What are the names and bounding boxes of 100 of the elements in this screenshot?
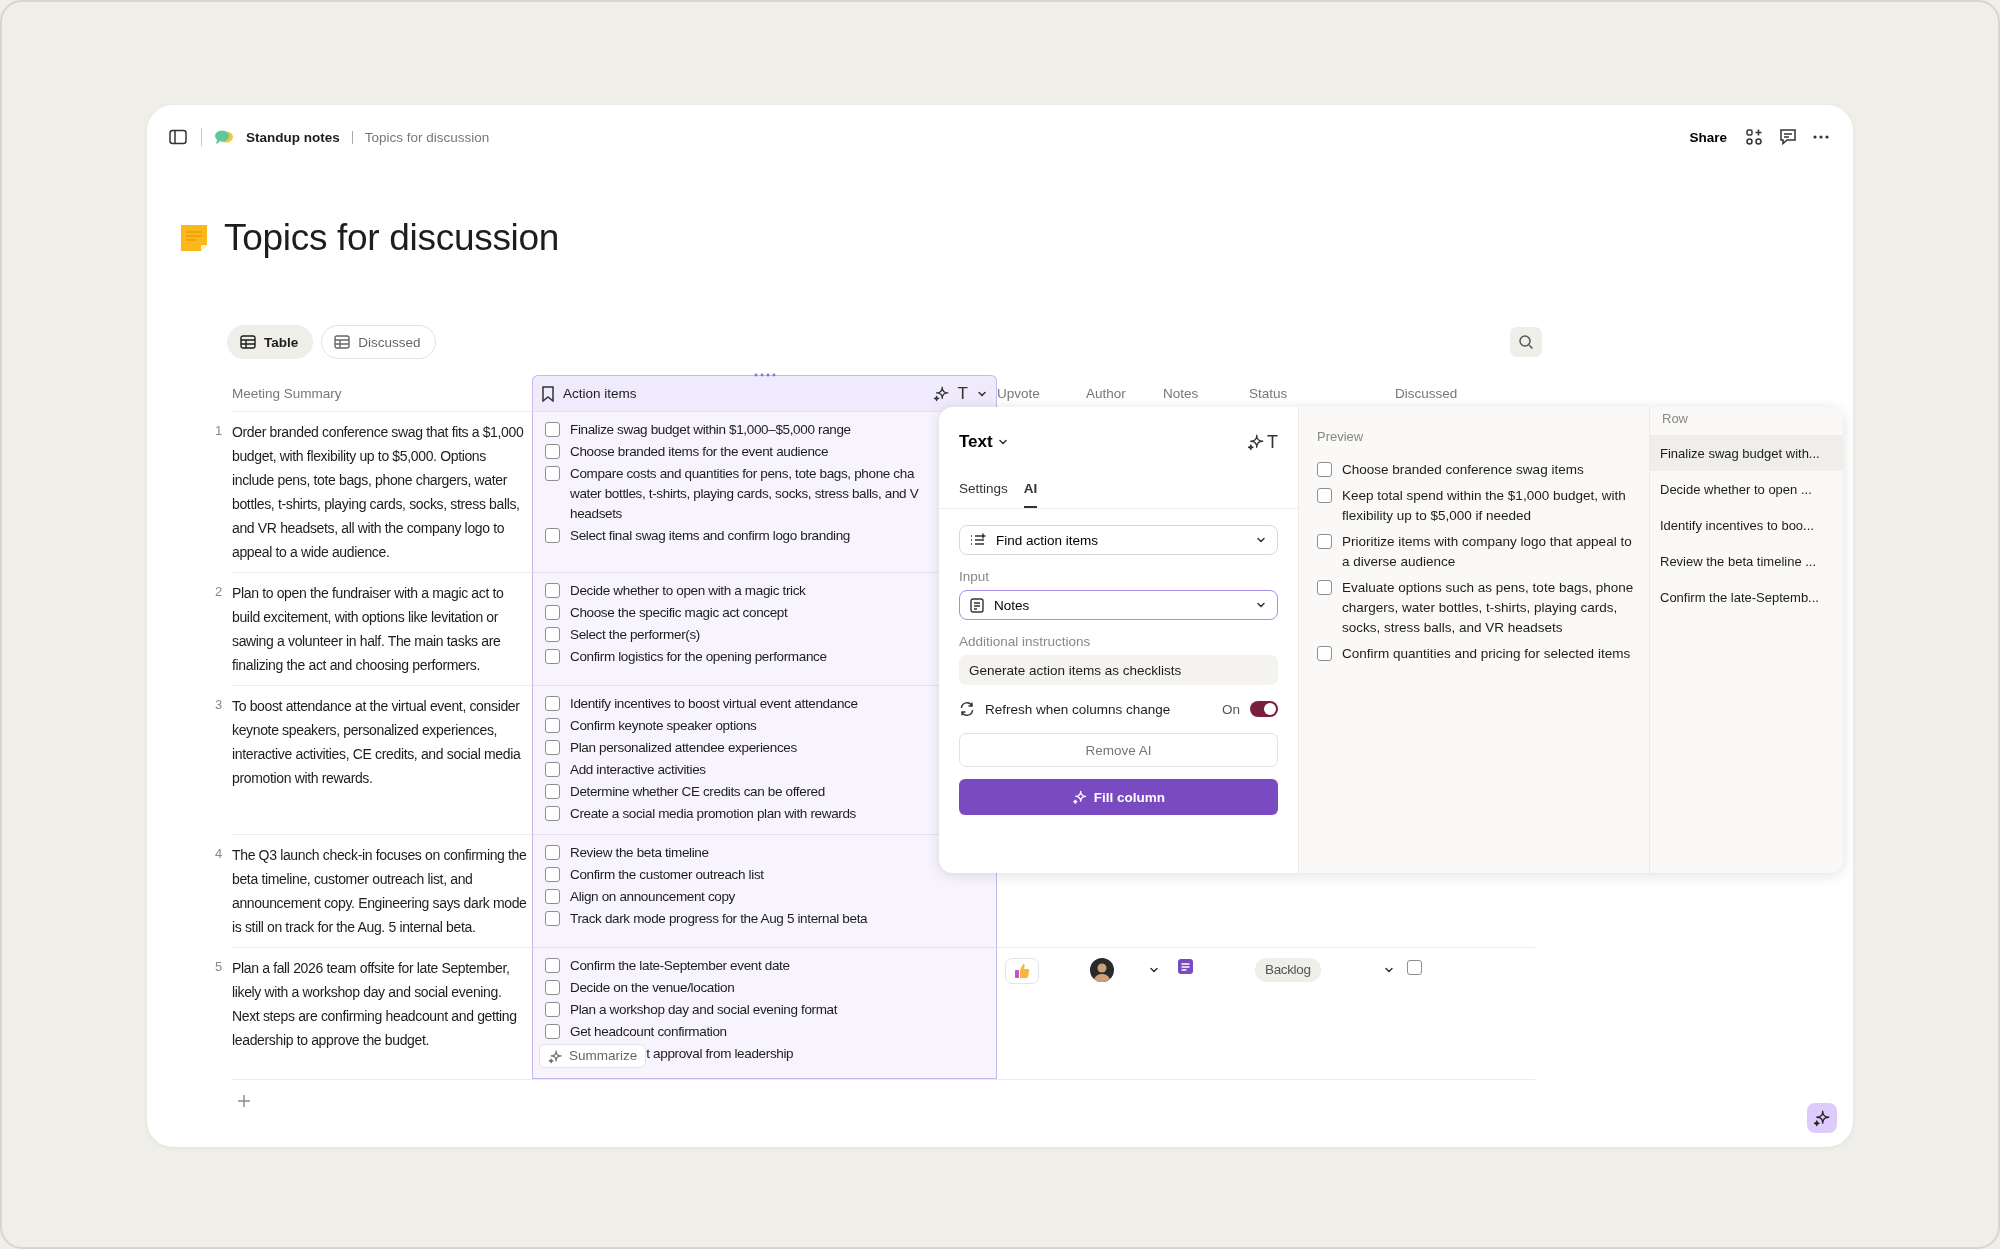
field-label: Input — [959, 569, 991, 584]
checkbox[interactable] — [545, 980, 560, 995]
remove-ai-button[interactable]: Remove AI — [959, 733, 1278, 767]
row-list-item[interactable]: Confirm the late-Septemb... — [1650, 579, 1843, 615]
action-item-text: Compare costs and quantities for pens, tote bags, phone cha water bottles, t-shirts, playing cards, socks, stress balls, and V headsets — [570, 465, 920, 523]
drag-handle-icon[interactable] — [753, 373, 776, 377]
action-item-text: Add interactive activities — [570, 761, 706, 779]
row-number: 1 — [214, 422, 224, 440]
column-header[interactable]: Discussed — [1395, 375, 1535, 411]
action-item-text: Decide on the venue/location — [570, 979, 735, 997]
breadcrumb-current[interactable]: Topics for discussion — [364, 129, 490, 145]
note-icon[interactable] — [1177, 958, 1195, 976]
action-item-text: Choose the specific magic act concept — [570, 604, 788, 622]
avatar[interactable] — [1090, 958, 1114, 982]
column-title: Action items — [563, 386, 638, 401]
checkbox[interactable] — [1317, 462, 1332, 477]
checkbox[interactable] — [545, 718, 560, 733]
toggle-switch[interactable] — [1250, 701, 1278, 717]
checkbox[interactable] — [1407, 960, 1422, 975]
checkbox[interactable] — [545, 784, 560, 799]
share-button[interactable]: Share — [1685, 125, 1731, 149]
action-item-text: Confirm keynote speaker options — [570, 717, 757, 735]
sticky-note-icon — [180, 224, 208, 252]
bookmark-icon — [541, 385, 555, 402]
action-item-text: Confirm the late-September event date — [570, 957, 790, 975]
checkbox[interactable] — [545, 740, 560, 755]
checkbox[interactable] — [545, 762, 560, 777]
action-item-text: Determine whether CE credits can be offered — [570, 783, 825, 801]
checkbox[interactable] — [1317, 488, 1332, 503]
checkbox[interactable] — [545, 1002, 560, 1017]
comment-icon[interactable] — [1777, 126, 1799, 148]
row-list-item[interactable]: Review the beta timeline ... — [1650, 543, 1843, 579]
checkbox[interactable] — [545, 583, 560, 598]
checkbox[interactable] — [545, 605, 560, 620]
preview-item-text: Keep total spend within the $1,000 budget, with flexibility up to $5,000 if needed — [1342, 487, 1627, 525]
ai-assistant-button[interactable] — [1807, 1103, 1837, 1133]
checkbox[interactable] — [1317, 580, 1332, 595]
page-title: Topics for discussion — [224, 217, 560, 259]
column-header[interactable]: Meeting Summary — [232, 375, 532, 411]
checkbox[interactable] — [545, 444, 560, 459]
row-list-item[interactable]: Decide whether to open ... — [1650, 471, 1843, 507]
field-label: Additional instructions — [959, 634, 1092, 649]
more-icon[interactable] — [1811, 133, 1831, 141]
view-tab[interactable]: Discussed — [321, 325, 436, 359]
checkbox[interactable] — [545, 696, 560, 711]
checkbox[interactable] — [545, 958, 560, 973]
settings-tab[interactable]: AI — [1023, 473, 1038, 508]
checkbox[interactable] — [545, 911, 560, 926]
action-item-text: Plan a workshop day and social evening format — [570, 1001, 838, 1019]
preview-item-text: Confirm quantities and pricing for selected items — [1342, 645, 1631, 663]
preview-item-text: Choose branded conference swag items — [1342, 461, 1584, 479]
sidebar-toggle-icon[interactable] — [167, 127, 189, 147]
status-tag[interactable]: Backlog — [1255, 958, 1321, 982]
checkbox[interactable] — [545, 867, 560, 882]
text-type-glyph: T — [1267, 431, 1278, 453]
checkbox[interactable] — [545, 1024, 560, 1039]
upvote-button[interactable] — [1005, 958, 1039, 984]
checkbox[interactable] — [545, 649, 560, 664]
settings-tab[interactable]: Settings — [959, 473, 1008, 508]
column-header[interactable]: Notes — [1163, 375, 1249, 411]
column-header[interactable]: Status — [1249, 375, 1395, 411]
checkbox[interactable] — [1317, 646, 1332, 661]
breadcrumb-link[interactable]: Standup notes — [246, 129, 340, 145]
input-dropdown[interactable]: Notes — [959, 590, 1278, 620]
fill-column-button[interactable]: Fill column — [959, 779, 1278, 815]
checkbox[interactable] — [545, 528, 560, 543]
checkbox[interactable] — [545, 627, 560, 642]
action-item-text: Review the beta timeline — [570, 844, 709, 862]
checkbox[interactable] — [545, 466, 560, 481]
row-number: 4 — [214, 845, 224, 863]
table-icon — [240, 335, 256, 349]
column-header[interactable]: Action items T — [532, 375, 997, 411]
row-list-item[interactable]: Finalize swag budget with... — [1650, 435, 1843, 471]
checkbox[interactable] — [545, 845, 560, 860]
thumbs-up-icon — [1014, 963, 1030, 979]
instructions-field[interactable]: Generate action items as checklists — [959, 655, 1278, 685]
panel-label: Preview — [1317, 429, 1365, 444]
column-header[interactable]: Upvote — [997, 375, 1086, 411]
type-dropdown[interactable]: Text — [959, 432, 1009, 452]
action-item-text: Finalize swag budget within $1,000–$5,000 range — [570, 421, 851, 439]
summarize-button[interactable]: Summarize — [539, 1044, 647, 1068]
refresh-icon — [959, 701, 975, 717]
preview-item-text: Evaluate options such as pens, tote bags, phone chargers, water bottles, t-shirts, playing cards, socks, stress balls, and VR headsets — [1342, 579, 1635, 637]
refresh-label: Refresh when columns change — [985, 701, 1172, 717]
action-item-text: Plan personalized attendee experiences — [570, 739, 797, 757]
action-item-text: Align on announcement copy — [570, 888, 736, 906]
view-tab[interactable]: Table — [227, 325, 314, 359]
checkbox[interactable] — [1317, 534, 1332, 549]
column-header[interactable]: Author — [1086, 375, 1163, 411]
row-list-item[interactable]: Identify incentives to boo... — [1650, 507, 1843, 543]
note-icon — [970, 597, 984, 613]
action-dropdown[interactable]: Find action items — [959, 525, 1278, 555]
table-icon — [334, 335, 351, 349]
checkbox[interactable] — [545, 889, 560, 904]
checkbox[interactable] — [545, 806, 560, 821]
add-widget-icon[interactable] — [1743, 126, 1765, 148]
action-item-text: Track dark mode progress for the Aug 5 internal beta — [570, 910, 868, 928]
checkbox[interactable] — [545, 422, 560, 437]
search-icon[interactable] — [1510, 327, 1542, 357]
action-item-text: Identify incentives to boost virtual event attendance — [570, 695, 858, 713]
